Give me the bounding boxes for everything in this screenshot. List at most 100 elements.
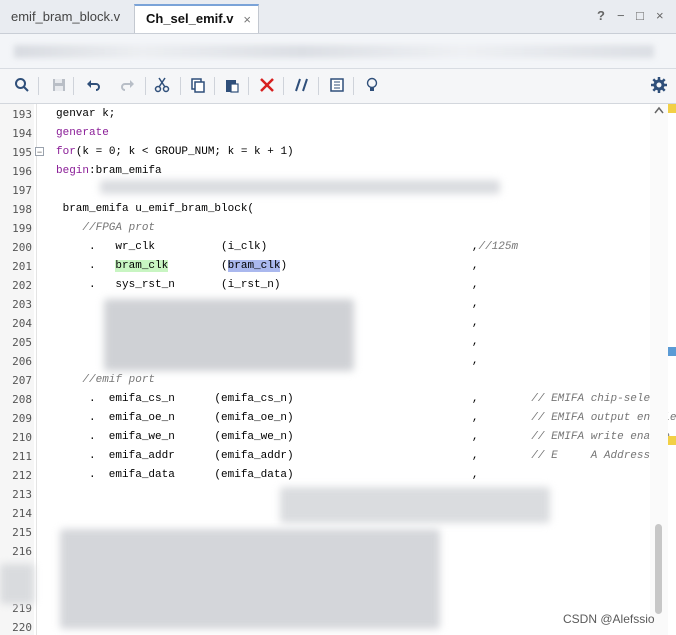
redacted-region bbox=[100, 180, 500, 194]
code-line[interactable]: generate bbox=[56, 124, 109, 143]
line-number: 195 bbox=[12, 146, 32, 159]
help-icon[interactable]: ? bbox=[597, 8, 605, 24]
code-token: (k = 0; k < GROUP_NUM; k = k + 1) bbox=[75, 146, 294, 158]
lightbulb-icon[interactable] bbox=[362, 77, 382, 97]
code-line[interactable]: for(k = 0; k < GROUP_NUM; k = k + 1) bbox=[56, 143, 294, 162]
toolbar-separator bbox=[180, 77, 181, 95]
code-line[interactable]: genvar k; bbox=[56, 105, 115, 124]
redacted-region bbox=[0, 564, 34, 604]
line-number: 215 bbox=[12, 526, 32, 539]
code-token: begin bbox=[56, 165, 90, 177]
code-token: A Address bbox=[590, 450, 651, 462]
toolbar-separator bbox=[38, 77, 39, 95]
line-number: 216 bbox=[12, 545, 32, 558]
undo-icon[interactable] bbox=[83, 77, 103, 97]
code-line[interactable]: . emifa_addr (emifa_addr) , // E A Addre… bbox=[56, 447, 650, 466]
code-line[interactable]: . bram_clk (bram_clk) , bbox=[56, 257, 479, 276]
code-editor[interactable]: 193 genvar k; 194 generate 195 for(k = 0; k <… bbox=[0, 104, 676, 635]
close-tab-icon[interactable]: × bbox=[243, 12, 251, 27]
cut-icon[interactable] bbox=[152, 77, 172, 97]
code-token: bram_clk bbox=[227, 260, 281, 272]
code-line[interactable]: . emifa_data (emifa_data) , bbox=[56, 466, 478, 485]
toolbar-separator bbox=[283, 77, 284, 95]
line-number: 212 bbox=[12, 469, 32, 482]
code-line[interactable]: //emif port bbox=[56, 371, 155, 390]
code-token: //125m bbox=[478, 241, 519, 253]
overview-marker-yellow[interactable] bbox=[668, 104, 676, 113]
code-token: . emifa_addr (emifa_addr) , bbox=[56, 450, 532, 462]
search-icon[interactable] bbox=[12, 77, 32, 97]
code-line[interactable]: . wr_clk (i_clk) ,//125m bbox=[56, 238, 518, 257]
redacted-region bbox=[280, 487, 550, 523]
tab-label: emif_bram_block.v bbox=[11, 9, 121, 24]
watermark-text: CSDN @Alefssio bbox=[563, 612, 655, 626]
code-line[interactable]: //FPGA prot bbox=[56, 219, 155, 238]
line-number: 210 bbox=[12, 431, 32, 444]
toolbar-separator bbox=[73, 77, 74, 95]
line-number: 203 bbox=[12, 298, 32, 311]
copy-icon[interactable] bbox=[188, 77, 208, 97]
code-token: ( bbox=[168, 260, 228, 272]
overview-marker-blue[interactable] bbox=[668, 347, 676, 356]
line-number: 206 bbox=[12, 355, 32, 368]
comment-toggle-icon[interactable] bbox=[292, 77, 312, 97]
code-line[interactable]: begin:bram_emifa bbox=[56, 162, 162, 181]
delete-icon[interactable] bbox=[257, 77, 277, 97]
tab-ch-sel-emif[interactable]: Ch_sel_emif.v × bbox=[134, 4, 259, 33]
toolbar-separator bbox=[248, 77, 249, 95]
line-number: 211 bbox=[12, 450, 32, 463]
editor-window: emif_bram_block.v Ch_sel_emif.v × ? − □ … bbox=[0, 0, 676, 635]
code-token: bram_clk bbox=[115, 260, 169, 272]
redacted-region bbox=[104, 299, 354, 371]
close-window-icon[interactable]: × bbox=[656, 8, 664, 24]
editor-toolbar bbox=[0, 69, 676, 104]
restore-icon[interactable]: □ bbox=[636, 8, 644, 24]
line-number: 205 bbox=[12, 336, 32, 349]
code-line[interactable]: . emifa_cs_n (emifa_cs_n) , // EMIFA chi… bbox=[56, 390, 676, 409]
code-token: for bbox=[56, 146, 76, 158]
line-number: 193 bbox=[12, 108, 32, 121]
minimize-icon[interactable]: − bbox=[617, 8, 625, 24]
line-number: 208 bbox=[12, 393, 32, 406]
code-token: genvar k; bbox=[56, 108, 116, 120]
code-token: ) , bbox=[280, 260, 479, 272]
code-token: . emifa_cs_n (emifa_cs_n) , bbox=[56, 393, 532, 405]
line-number: 202 bbox=[12, 279, 32, 292]
fold-toggle-icon[interactable]: − bbox=[35, 147, 44, 157]
scrollbar-thumb[interactable] bbox=[655, 524, 662, 614]
code-token: generate bbox=[56, 127, 109, 139]
blurred-file-path bbox=[14, 45, 654, 58]
toolbar-separator bbox=[318, 77, 319, 95]
code-token: //emif port bbox=[56, 374, 156, 386]
line-number: 209 bbox=[12, 412, 32, 425]
redo-icon[interactable] bbox=[118, 77, 138, 97]
line-number: 196 bbox=[12, 165, 32, 178]
code-token: // E bbox=[531, 450, 558, 462]
line-number: 194 bbox=[12, 127, 32, 140]
line-number: 207 bbox=[12, 374, 32, 387]
vertical-scrollbar[interactable] bbox=[650, 104, 668, 635]
code-line[interactable]: . sys_rst_n (i_rst_n) , bbox=[56, 276, 478, 295]
settings-icon[interactable] bbox=[649, 77, 669, 97]
paste-icon[interactable] bbox=[222, 77, 242, 97]
tab-bar: emif_bram_block.v Ch_sel_emif.v × ? − □ … bbox=[0, 0, 676, 34]
toolbar-separator bbox=[214, 77, 215, 95]
line-number: 197 bbox=[12, 184, 32, 197]
code-line[interactable]: . emifa_we_n (emifa_we_n) , // EMIFA wri… bbox=[56, 428, 676, 447]
code-line[interactable]: bram_emifa u_emif_bram_block( bbox=[56, 200, 254, 219]
tab-emif-bram-block[interactable]: emif_bram_block.v bbox=[0, 4, 134, 33]
overview-marker-yellow[interactable] bbox=[668, 436, 676, 445]
code-token: :bram_emifa bbox=[89, 165, 162, 177]
code-token: . emifa_we_n (emifa_we_n) , bbox=[56, 431, 532, 443]
code-line[interactable]: . emifa_oe_n (emifa_oe_n) , // EMIFA out… bbox=[56, 409, 676, 428]
column-select-icon[interactable] bbox=[327, 77, 347, 97]
code-token: bram_emifa u_emif_bram_block( bbox=[56, 203, 255, 215]
line-number: 214 bbox=[12, 507, 32, 520]
code-token: . bbox=[56, 260, 116, 272]
line-number: 204 bbox=[12, 317, 32, 330]
save-icon[interactable] bbox=[49, 77, 69, 97]
line-number: 198 bbox=[12, 203, 32, 216]
code-token: . emifa_oe_n (emifa_oe_n) , bbox=[56, 412, 532, 424]
scroll-up-icon[interactable] bbox=[653, 104, 665, 118]
